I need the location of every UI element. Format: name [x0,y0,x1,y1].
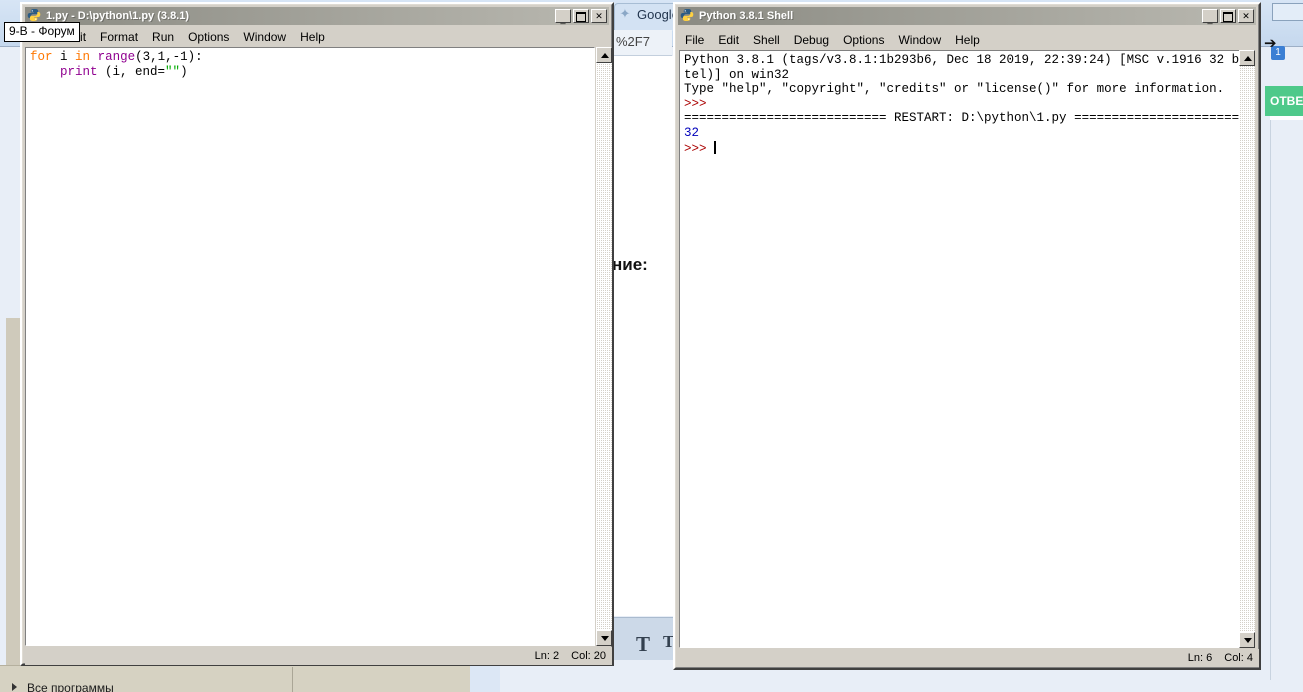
editor-menu-bar[interactable]: FileEditFormatRunOptionsWindowHelp [25,27,609,46]
code-token: (3,1,-1): [135,50,203,64]
screen-root: Google ✦ %2F7 ние: T T ОТВЕ 1 ➔ Все прог… [0,0,1303,692]
editor-vertical-scrollbar[interactable] [596,47,612,646]
editor-status-bar: Ln: 2 Col: 20 [25,647,612,665]
text-caret [714,140,717,154]
page-right-sidebar [1270,120,1303,680]
triangle-down-icon [1244,638,1252,643]
editor-line-indicator: Ln: 2 [534,650,560,662]
shell-menu-options[interactable]: Options [836,31,891,49]
python-shell-window[interactable]: Python 3.8.1 Shell _ ✕ File Edit Shell Debu… [673,2,1261,670]
triangle-up-icon [601,53,609,58]
shell-menu-debug[interactable]: Debug [787,31,836,49]
code-token: range [97,50,136,64]
close-icon[interactable]: ✕ [591,9,607,23]
triangle-down-icon [601,636,609,641]
scroll-up-button[interactable] [596,47,612,63]
maximize-icon[interactable] [573,9,589,23]
idle-editor-window[interactable]: 1.py - D:\python\1.py (3.8.1) _ ✕ FileEd… [20,2,614,666]
code-token: ) [180,64,188,79]
browser-window-controls[interactable] [1272,3,1303,21]
minimize-icon[interactable]: _ [555,9,571,24]
code-token: i [52,50,76,64]
shell-text: Python 3.8.1 (tags/v3.8.1:1b293b6, Dec 1… [684,53,1243,67]
start-menu-right-spacer [470,665,500,692]
editor-menu-help[interactable]: Help [293,28,332,46]
shell-text: Type "help", "copyright", "credits" or "… [684,82,1225,97]
shell-line: >>> [684,97,1242,112]
code-line: print (i, end="") [30,65,594,80]
code-line: for i in range(3,1,-1): [30,50,594,65]
editor-menu-options[interactable]: Options [181,28,236,46]
close-icon[interactable]: ✕ [1238,9,1254,23]
bold-text-icon[interactable]: T [636,632,650,657]
shell-menu-edit[interactable]: Edit [711,31,746,49]
shell-menu-window[interactable]: Window [891,31,948,49]
shell-line: =========================== RESTART: D:\… [684,111,1242,126]
shell-menu-help[interactable]: Help [948,31,987,49]
shell-text: 32 [684,125,700,140]
start-menu-all-programs[interactable]: Все программы [27,681,114,692]
editor-menu-format[interactable]: Format [93,28,145,46]
editor-code-area[interactable]: for i in range(3,1,-1): print (i, end=""… [25,47,595,646]
shell-line: Type "help", "copyright", "credits" or "… [684,82,1242,97]
page-article-text: ние: [612,255,648,274]
browser-url-fragment: %2F7 [616,34,650,49]
shell-window-buttons[interactable]: _ ✕ [1202,9,1254,24]
arrow-cursor-icon: ➔ [1264,35,1277,52]
shell-title-bar[interactable]: Python 3.8.1 Shell _ ✕ [678,7,1256,25]
shell-text: =========================== RESTART: D:\… [684,111,1243,126]
editor-column-indicator: Col: 20 [571,650,606,662]
code-token: print [60,64,98,79]
taskbar-tooltip: 9-В - Форум [4,22,80,42]
triangle-up-icon [1244,56,1252,61]
minimize-icon[interactable]: _ [1202,9,1218,24]
editor-menu-window[interactable]: Window [236,28,293,46]
chevron-right-icon [12,683,17,691]
scroll-up-button[interactable] [1239,50,1255,66]
shell-menu-file[interactable]: File [678,31,711,49]
shell-output-area[interactable]: Python 3.8.1 (tags/v3.8.1:1b293b6, Dec 1… [679,50,1243,648]
browser-address-bar[interactable]: %2F7 [612,30,672,56]
code-token: (i, end= [97,64,166,79]
editor-window-buttons[interactable]: _ ✕ [555,9,607,24]
answer-button[interactable]: ОТВЕ [1265,86,1303,116]
shell-line-indicator: Ln: 6 [1187,652,1213,664]
code-token: "" [165,64,181,79]
code-token: for [30,50,53,64]
shell-column-indicator: Col: 4 [1224,652,1253,664]
shell-text: >>> [684,141,715,156]
shell-text: >>> [684,96,715,111]
shell-line: >>> [684,140,1242,157]
shell-menu-shell[interactable]: Shell [746,31,787,49]
maximize-icon[interactable] [1220,9,1236,23]
answer-button-label: ОТВЕ [1270,94,1303,108]
shell-menu-bar[interactable]: File Edit Shell Debug Options Window Help [678,30,1256,49]
editor-title-bar[interactable]: 1.py - D:\python\1.py (3.8.1) _ ✕ [25,7,609,25]
star-icon: ✦ [619,6,631,21]
scroll-down-button[interactable] [1239,632,1255,648]
shell-status-bar: Ln: 6 Col: 4 [679,649,1259,667]
editor-title-text: 1.py - D:\python\1.py (3.8.1) [46,10,190,22]
start-menu-divider [292,667,293,692]
shell-title-text: Python 3.8.1 Shell [699,10,794,22]
browser-page-content [612,56,674,616]
editor-menu-run[interactable]: Run [145,28,181,46]
shell-text: tel)] on win32 [684,67,790,82]
shell-line: Python 3.8.1 (tags/v3.8.1:1b293b6, Dec 1… [684,53,1242,68]
shell-line: tel)] on win32 [684,68,1242,83]
scroll-down-button[interactable] [596,630,612,646]
shell-line: 32 [684,126,1242,141]
shell-vertical-scrollbar[interactable] [1239,50,1255,648]
python-logo-icon [680,8,696,24]
code-token: in [75,50,91,64]
